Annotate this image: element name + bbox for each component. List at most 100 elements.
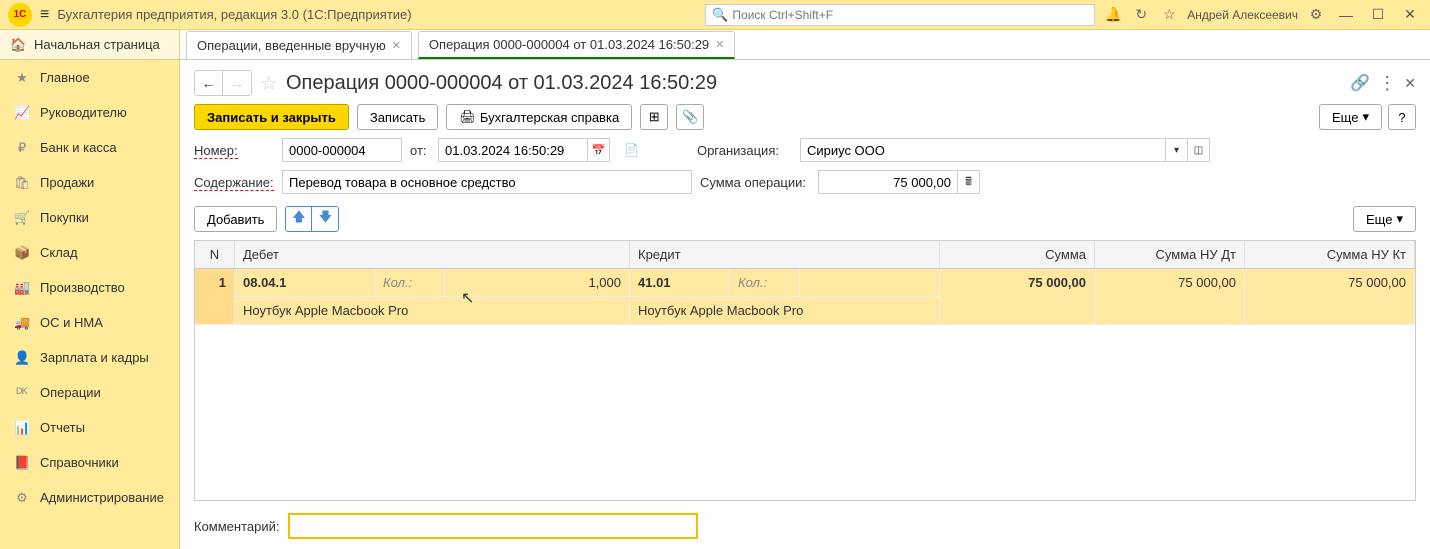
titlebar: 1С ≡ Бухгалтерия предприятия, редакция 3…: [0, 0, 1430, 30]
org-dropdown-icon[interactable]: ▾: [1166, 138, 1188, 162]
maximize-icon[interactable]: ☐: [1366, 6, 1390, 23]
sidebar-label: Отчеты: [40, 420, 85, 435]
sidebar-label: Руководителю: [40, 105, 127, 120]
menu-burger-icon[interactable]: ≡: [40, 6, 49, 24]
link-icon[interactable]: 🔗: [1350, 73, 1370, 93]
settings-icon[interactable]: ⚙: [1306, 6, 1326, 23]
sidebar-label: Банк и касса: [40, 140, 117, 155]
sidebar-item[interactable]: 🚚ОС и НМА: [0, 305, 179, 340]
qty-label: Кол.:: [730, 269, 800, 296]
number-input[interactable]: [282, 138, 402, 162]
bell-icon[interactable]: 🔔: [1103, 6, 1123, 23]
tabs-bar: Операции, введенные вручную✕Операция 000…: [180, 30, 1430, 60]
tab[interactable]: Операция 0000-000004 от 01.03.2024 16:50…: [418, 31, 735, 59]
sidebar-label: Справочники: [40, 455, 119, 470]
sidebar-home[interactable]: 🏠 Начальная страница: [0, 30, 179, 60]
th-sum[interactable]: Сумма: [940, 241, 1095, 268]
calc-icon[interactable]: 🖩: [958, 170, 980, 194]
table-more-button[interactable]: Еще ▾: [1353, 206, 1416, 232]
sidebar-item[interactable]: 🏭Производство: [0, 270, 179, 305]
kebab-icon[interactable]: ⋮: [1378, 73, 1396, 94]
sidebar-item[interactable]: 📕 Справочники: [0, 445, 179, 480]
th-n[interactable]: N: [195, 241, 235, 268]
cell-nu-kt: 75 000,00: [1245, 269, 1415, 325]
sidebar-item[interactable]: 📈Руководителю: [0, 95, 179, 130]
nav-back-button[interactable]: ←: [195, 71, 223, 95]
comment-label: Комментарий:: [194, 519, 280, 534]
org-input[interactable]: [800, 138, 1166, 162]
print-button[interactable]: 🖨Бухгалтерская справка: [446, 104, 632, 130]
search-input[interactable]: [732, 8, 1088, 22]
chevron-down-icon: ▾: [1396, 211, 1403, 227]
home-icon: 🏠: [10, 37, 26, 53]
sidebar-item[interactable]: 🛍Продажи: [0, 165, 179, 200]
sidebar-label: Зарплата и кадры: [40, 350, 149, 365]
search-box[interactable]: 🔍: [705, 4, 1095, 26]
content-input[interactable]: [282, 170, 692, 194]
sidebar-icon: 📕: [14, 455, 30, 471]
add-row-button[interactable]: Добавить: [194, 206, 277, 232]
favorite-star-icon[interactable]: ☆: [260, 71, 278, 96]
history-icon[interactable]: ↻: [1131, 6, 1151, 23]
dt-mode-icon[interactable]: 📄: [624, 143, 639, 157]
close-doc-icon[interactable]: ✕: [1404, 75, 1416, 92]
sum-input[interactable]: [818, 170, 958, 194]
tab[interactable]: Операции, введенные вручную✕: [186, 31, 412, 59]
sidebar-item[interactable]: ★Главное: [0, 60, 179, 95]
cell-sum: 75 000,00: [940, 269, 1095, 325]
tab-close-icon[interactable]: ✕: [392, 39, 401, 52]
save-button[interactable]: Записать: [357, 104, 439, 130]
sidebar-label: ОС и НМА: [40, 315, 103, 330]
sidebar-label: Покупки: [40, 210, 89, 225]
sidebar-item[interactable]: 📊Отчеты: [0, 410, 179, 445]
minimize-icon[interactable]: —: [1334, 7, 1358, 23]
sidebar: 🏠 Начальная страница ★Главное📈Руководите…: [0, 30, 180, 549]
date-input[interactable]: [438, 138, 588, 162]
move-up-button[interactable]: 🡅: [286, 207, 312, 231]
th-credit[interactable]: Кредит: [630, 241, 940, 268]
org-open-icon[interactable]: ◫: [1188, 138, 1210, 162]
th-nu-kt[interactable]: Сумма НУ Кт: [1245, 241, 1415, 268]
tab-close-icon[interactable]: ✕: [715, 38, 724, 51]
from-label: от:: [410, 143, 430, 158]
cell-credit[interactable]: 41.01Кол.:Ноутбук Apple Macbook Pro: [630, 269, 940, 325]
app-title: Бухгалтерия предприятия, редакция 3.0 (1…: [57, 7, 411, 22]
comment-input[interactable]: [288, 513, 698, 539]
tree-button[interactable]: ⊞: [640, 104, 668, 130]
nav-forward-button[interactable]: →: [223, 71, 251, 95]
sidebar-icon: 🛍: [14, 175, 30, 191]
credit-item: Ноутбук Apple Macbook Pro: [630, 297, 939, 324]
attach-button[interactable]: 📎: [676, 104, 704, 130]
sidebar-label: Администрирование: [40, 490, 164, 505]
doc-title: Операция 0000-000004 от 01.03.2024 16:50…: [286, 72, 717, 95]
save-close-button[interactable]: Записать и закрыть: [194, 104, 349, 130]
sidebar-item[interactable]: 📦Склад: [0, 235, 179, 270]
user-name[interactable]: Андрей Алексеевич: [1187, 8, 1298, 22]
close-icon[interactable]: ✕: [1398, 6, 1422, 23]
sidebar-icon: ₽: [14, 140, 30, 156]
help-button[interactable]: ?: [1388, 104, 1416, 130]
sidebar-item[interactable]: ᴰᴷОперации: [0, 375, 179, 410]
sidebar-icon: 📦: [14, 245, 30, 261]
th-nu-dt[interactable]: Сумма НУ Дт: [1095, 241, 1245, 268]
search-icon: 🔍: [712, 7, 728, 23]
calendar-icon[interactable]: 📅: [588, 138, 610, 162]
debit-item: Ноутбук Apple Macbook Pro: [235, 297, 629, 324]
more-button[interactable]: Еще ▾: [1319, 104, 1382, 130]
sidebar-label: Производство: [40, 280, 125, 295]
move-down-button[interactable]: 🡇: [312, 207, 338, 231]
cell-debit[interactable]: 08.04.1Кол.:1,000Ноутбук Apple Macbook P…: [235, 269, 630, 325]
entries-table: N Дебет Кредит Сумма Сумма НУ Дт Сумма Н…: [194, 240, 1416, 501]
sidebar-item[interactable]: ⚙Администрирование: [0, 480, 179, 515]
star-icon[interactable]: ☆: [1159, 6, 1179, 23]
sidebar-label: Главное: [40, 70, 90, 85]
table-row[interactable]: 108.04.1Кол.:1,000Ноутбук Apple Macbook …: [195, 269, 1415, 325]
debit-qty: 1,000: [445, 269, 629, 296]
org-select: ▾ ◫: [800, 138, 1210, 162]
sidebar-item[interactable]: ₽ Банк и касса: [0, 130, 179, 165]
credit-qty: [800, 269, 939, 296]
debit-account: 08.04.1: [235, 269, 375, 296]
sidebar-item[interactable]: 🛒Покупки: [0, 200, 179, 235]
th-debit[interactable]: Дебет: [235, 241, 630, 268]
sidebar-item[interactable]: 👤Зарплата и кадры: [0, 340, 179, 375]
